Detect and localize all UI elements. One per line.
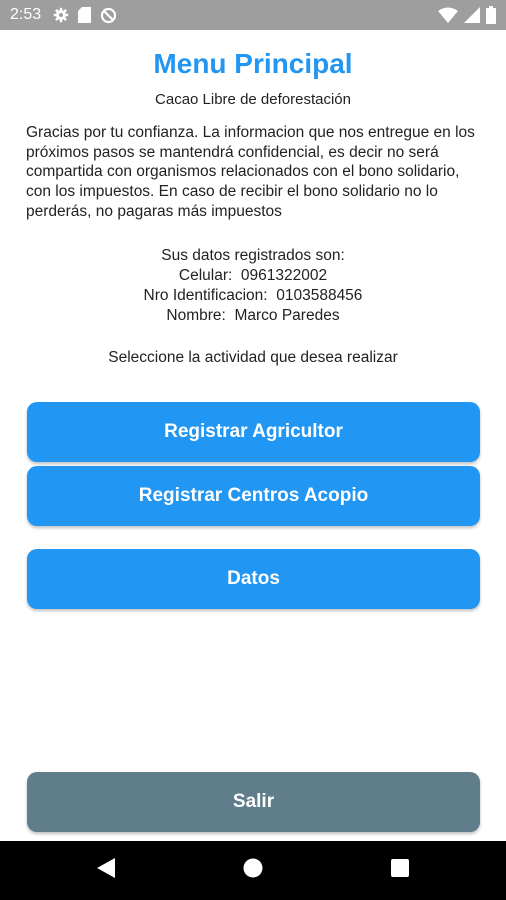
phone-line: Celular: 0961322002 (178, 267, 328, 284)
status-bar: 2:53 (0, 0, 506, 30)
page-title: Menu Principal (153, 48, 353, 79)
wifi-icon (438, 7, 458, 23)
exit-button[interactable]: Salir (27, 772, 480, 832)
screen: 2:53 Menu Principal Cacao Libre de defor… (0, 0, 506, 900)
status-time: 2:53 (10, 6, 42, 23)
confidentiality-notice: Gracias por tu confianza. La informacion… (26, 124, 475, 220)
status-right-icons (438, 6, 496, 24)
registered-heading: Sus datos registrados son: (161, 247, 345, 264)
battery-icon (486, 6, 496, 24)
name-line: Nombre: Marco Paredes (166, 307, 340, 324)
home-button[interactable] (223, 841, 283, 900)
home-icon (243, 858, 263, 883)
back-icon (97, 858, 115, 883)
navigation-bar (0, 841, 506, 900)
register-centers-button[interactable]: Registrar Centros Acopio (27, 466, 480, 526)
page-subtitle: Cacao Libre de deforestación (155, 91, 351, 108)
data-button[interactable]: Datos (27, 549, 480, 609)
recents-icon (391, 859, 409, 882)
sd-card-icon (78, 7, 92, 23)
signal-icon (464, 7, 480, 23)
no-sync-icon (100, 7, 117, 24)
id-line: Nro Identificacion: 0103588456 (143, 287, 363, 304)
registered-data: Sus datos registrados son: Celular: 0961… (0, 246, 506, 326)
register-farmer-button[interactable]: Registrar Agricultor (27, 402, 480, 462)
gear-icon (53, 7, 69, 23)
back-button[interactable] (76, 841, 136, 900)
status-left-icons (53, 7, 117, 24)
instruction-text: Seleccione la actividad que desea realiz… (108, 349, 398, 366)
recents-button[interactable] (370, 841, 430, 900)
